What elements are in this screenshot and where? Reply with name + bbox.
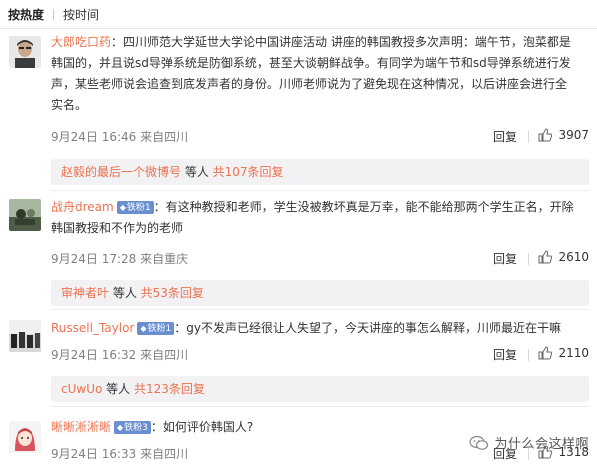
meta-divider	[528, 253, 529, 265]
comment-item: 大郎吃口药：四川师范大学延世大学论中国讲座活动 讲座的韩国教授多次声明：端午节，…	[0, 28, 597, 191]
timestamp: 9月24日 16:32 来自四川	[51, 348, 189, 362]
comment-meta: 9月24日 16:46 来自四川 回复 3907	[51, 128, 589, 146]
sub-reply-mid: 等人	[109, 286, 141, 300]
username-link[interactable]: Russell_Taylor	[51, 321, 134, 335]
wechat-icon	[469, 435, 489, 450]
comment-text: 战舟dream ◆铁粉1 ：有这种教授和老师，学生没被教坏真是万幸，能不能给那两个学…	[51, 197, 589, 218]
sub-reply-user[interactable]: 赵毅的最后一个微博号	[61, 165, 181, 179]
comment-text-line: 实名。	[51, 98, 88, 112]
avatar[interactable]	[9, 36, 41, 68]
like-button[interactable]: 2110	[538, 346, 589, 360]
timestamp: 9月24日 16:33 来自四川	[51, 447, 189, 461]
comment-meta: 9月24日 17:28 来自重庆 回复 2610	[51, 250, 589, 268]
thumbs-up-icon	[538, 250, 553, 264]
sub-reply-user[interactable]: cUwUo	[61, 382, 102, 396]
comment-item: Russell_Taylor ◆铁粉1 ：gy不发声已经很让人失望了，今天讲座的事怎…	[0, 310, 597, 407]
sort-bar: 按热度 按时间	[0, 0, 597, 29]
sub-reply-mid: 等人	[102, 382, 134, 396]
comment-text-line: 韩国教授和不作为的老师	[51, 221, 184, 235]
like-count: 2610	[558, 250, 589, 264]
diamond-icon: ◆	[119, 203, 126, 212]
reply-button[interactable]: 回复	[493, 250, 517, 267]
comment-text-line: ：有这种教授和老师，学生没被教坏真是万幸，能不能给那两个学生正名，开除	[153, 200, 574, 214]
sub-reply-mid: 等人	[181, 165, 213, 179]
comment-item: 战舟dream ◆铁粉1 ：有这种教授和老师，学生没被教坏真是万幸，能不能给那两个学…	[0, 191, 597, 310]
avatar[interactable]	[9, 421, 41, 453]
like-button[interactable]: 2610	[538, 250, 589, 264]
sub-reply-total[interactable]: 共107条回复	[213, 165, 284, 179]
comment-text: Russell_Taylor ◆铁粉1 ：gy不发声已经很让人失望了，今天讲座的事怎…	[51, 318, 589, 339]
fan-badge: ◆铁粉1	[137, 322, 175, 335]
comment-meta: 9月24日 16:32 来自四川 回复 2110	[51, 346, 589, 364]
thumbs-up-icon	[538, 128, 553, 142]
wechat-watermark: 为什么会这样啊	[469, 433, 589, 452]
sub-reply-summary[interactable]: 审神者叶 等人 共53条回复	[51, 280, 589, 306]
sub-reply-total[interactable]: 共53条回复	[141, 286, 204, 300]
reply-button[interactable]: 回复	[493, 346, 517, 363]
username-link[interactable]: 大郎吃口药	[51, 35, 111, 49]
like-count: 3907	[558, 128, 589, 142]
fan-badge: ◆铁粉3	[114, 421, 151, 434]
meta-divider	[528, 131, 529, 143]
diamond-icon: ◆	[140, 324, 147, 333]
sub-reply-user[interactable]: 审神者叶	[61, 286, 109, 300]
avatar[interactable]	[9, 320, 41, 352]
diamond-icon: ◆	[117, 423, 124, 432]
timestamp: 9月24日 17:28 来自重庆	[51, 252, 189, 266]
comment-text-line: 韩国的，并且说sd导弹系统是防御系统，甚至大谈朝鲜战争。有同学为端午节和sd导弹…	[51, 56, 571, 70]
username-link[interactable]: 晰晰淅淅晰	[51, 420, 111, 434]
avatar[interactable]	[9, 199, 41, 231]
comment-text-line: 声，某些老师说会追查到底发声者的身份。川师老师说为了避免现在这种情况，以后讲座会…	[51, 77, 568, 91]
meta-divider	[528, 349, 529, 361]
username-link[interactable]: 战舟dream	[51, 200, 114, 214]
sort-by-hot-tab[interactable]: 按热度	[8, 6, 53, 23]
sort-by-time-tab[interactable]: 按时间	[54, 6, 108, 23]
timestamp: 9月24日 16:46 来自四川	[51, 130, 189, 144]
thumbs-up-icon	[538, 346, 553, 360]
sub-reply-summary[interactable]: 赵毅的最后一个微博号 等人 共107条回复	[51, 159, 589, 185]
comment-text-line: ：四川师范大学延世大学论中国讲座活动 讲座的韩国教授多次声明：端午节，泡菜都是	[111, 35, 571, 49]
like-count: 2110	[558, 346, 589, 360]
comment-text: 大郎吃口药：四川师范大学延世大学论中国讲座活动 讲座的韩国教授多次声明：端午节，…	[51, 32, 589, 53]
fan-badge: ◆铁粉1	[116, 201, 154, 214]
sub-reply-total[interactable]: 共123条回复	[134, 382, 205, 396]
comment-text-line: ：如何评价韩国人?	[150, 420, 254, 434]
watermark-text: 为什么会这样啊	[494, 437, 589, 452]
reply-button[interactable]: 回复	[493, 128, 517, 145]
sub-reply-summary[interactable]: cUwUo 等人 共123条回复	[51, 376, 589, 402]
like-button[interactable]: 3907	[538, 128, 589, 142]
comment-text-line: ：gy不发声已经很让人失望了，今天讲座的事怎么解释，川师最近在干嘛	[174, 321, 561, 335]
